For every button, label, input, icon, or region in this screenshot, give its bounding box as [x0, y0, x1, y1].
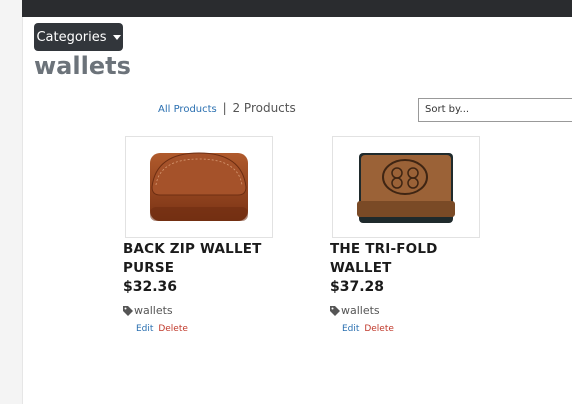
all-products-link[interactable]: All Products: [158, 104, 217, 115]
trifold-wallet-image: [357, 153, 455, 223]
caret-down-icon: [112, 35, 121, 40]
product-title[interactable]: THE TRI-FOLD WALLET: [330, 240, 500, 278]
product-price: $32.36: [123, 279, 178, 295]
tag-icon: [330, 305, 340, 316]
wallet-purse-image: [150, 152, 248, 221]
product-image-tri-fold-wallet[interactable]: [332, 136, 480, 238]
categories-label: Categories: [36, 29, 107, 45]
separator: |: [222, 101, 227, 115]
page-title: wallets: [34, 52, 131, 80]
delete-link[interactable]: Delete: [364, 324, 394, 334]
tag-label: wallets: [341, 304, 380, 317]
product-actions: Edit Delete: [342, 324, 394, 334]
edit-link[interactable]: Edit: [342, 324, 359, 334]
product-title[interactable]: BACK ZIP WALLET PURSE: [123, 240, 273, 278]
product-count: 2 Products: [232, 101, 296, 115]
categories-dropdown-button[interactable]: Categories: [34, 23, 123, 51]
top-navbar: [22, 0, 572, 17]
product-count-bar: All Products | 2 Products: [158, 101, 296, 115]
tag-icon: [123, 305, 133, 316]
sort-select[interactable]: Sort by...: [418, 98, 572, 122]
left-sidebar-strip: [0, 0, 23, 404]
tag-label: wallets: [134, 304, 173, 317]
product-tag[interactable]: wallets: [123, 304, 173, 317]
product-actions: Edit Delete: [136, 324, 188, 334]
delete-link[interactable]: Delete: [158, 324, 188, 334]
product-image-back-zip-wallet[interactable]: [125, 136, 273, 238]
product-price: $37.28: [330, 279, 385, 295]
sort-placeholder: Sort by...: [425, 104, 470, 115]
edit-link[interactable]: Edit: [136, 324, 153, 334]
product-tag[interactable]: wallets: [330, 304, 380, 317]
